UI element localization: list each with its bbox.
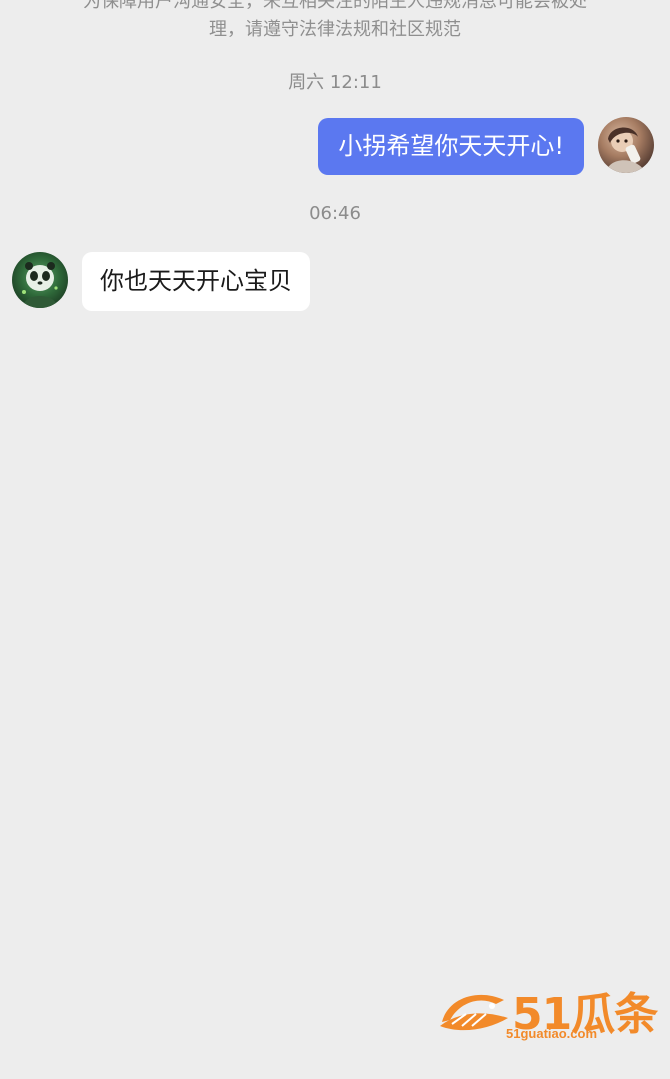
safety-notice-line2: 理，请遵守法律法规和社区规范 [209, 19, 461, 40]
safety-notice: 为保障用户沟通安全，未互相关注的陌生人违规消息可能会被处 理，请遵守法律法规和社… [0, 0, 670, 44]
sent-message-bubble[interactable]: 小拐希望你天天开心! [318, 118, 584, 175]
site-watermark: 51瓜条 51guatiao.com [438, 982, 658, 1046]
watermark-url: 51guatiao.com [506, 1026, 598, 1041]
person-photo-icon [606, 127, 646, 173]
panda-character-icon [22, 262, 58, 308]
my-avatar[interactable] [598, 117, 654, 173]
fish-logo-icon [440, 994, 508, 1031]
contact-avatar[interactable] [12, 252, 68, 308]
received-message-bubble[interactable]: 你也天天开心宝贝 [82, 252, 310, 311]
safety-notice-line1: 为保障用户沟通安全，未互相关注的陌生人违规消息可能会被处 [83, 0, 587, 12]
message-timestamp: 周六 12:11 [288, 72, 382, 93]
message-timestamp: 06:46 [309, 203, 361, 224]
